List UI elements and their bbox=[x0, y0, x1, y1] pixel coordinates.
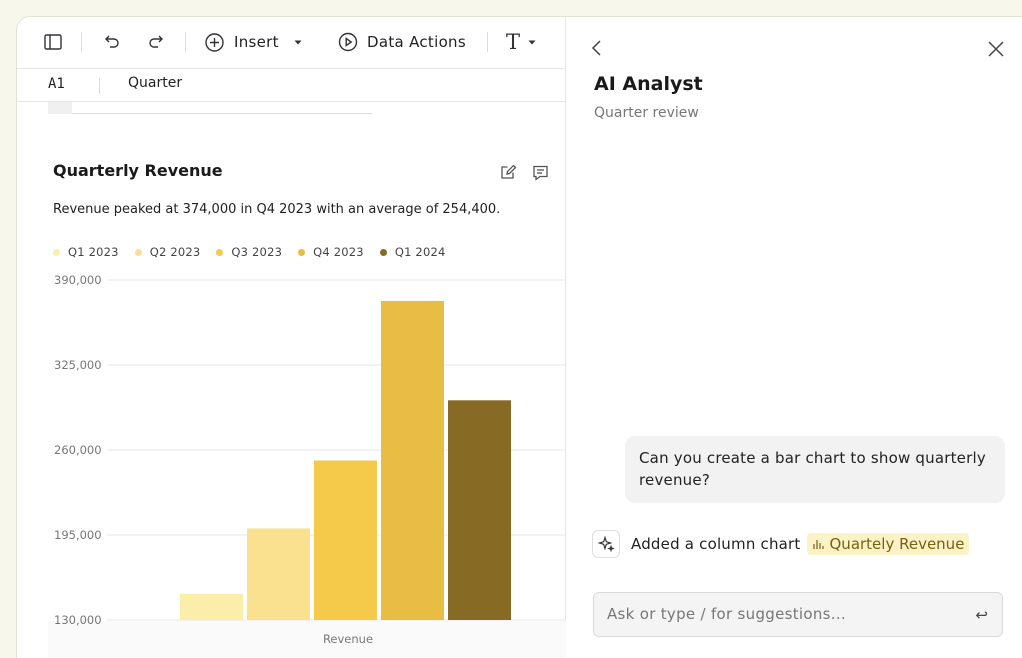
grid-remnant-line bbox=[72, 113, 372, 114]
redo-icon[interactable] bbox=[147, 29, 167, 55]
y-tick-label: 130,000 bbox=[54, 613, 102, 627]
legend-item[interactable]: Q1 2023 bbox=[53, 245, 119, 259]
edit-chart-icon[interactable] bbox=[499, 163, 517, 185]
text-format-button[interactable]: T bbox=[506, 29, 538, 55]
cell-value-field[interactable]: Quarter bbox=[128, 75, 182, 91]
legend-item[interactable]: Q4 2023 bbox=[298, 245, 364, 259]
bar-chart: 390,000 325,000 260,000 195,000 130,000 Reven… bbox=[48, 273, 566, 658]
cell-reference[interactable]: A1 bbox=[48, 76, 65, 92]
ai-message: Added a column chart Quartely Revenue bbox=[592, 530, 970, 558]
legend-swatch bbox=[298, 248, 306, 256]
data-actions-button[interactable]: Data Actions bbox=[338, 29, 466, 55]
bar-q1-2023[interactable] bbox=[180, 593, 243, 620]
y-tick-label: 390,000 bbox=[54, 273, 102, 287]
ai-message-text: Added a column chart bbox=[631, 535, 801, 553]
sparkle-icon bbox=[592, 530, 620, 558]
y-tick-label: 195,000 bbox=[54, 528, 102, 542]
panel-title: AI Analyst bbox=[594, 73, 703, 95]
x-axis-label: Revenue bbox=[323, 632, 373, 646]
caret-down-icon bbox=[528, 40, 536, 45]
insert-label: Insert bbox=[234, 33, 279, 51]
legend-label: Q4 2023 bbox=[313, 245, 364, 259]
data-actions-label: Data Actions bbox=[367, 33, 466, 51]
insert-button[interactable]: Insert bbox=[204, 29, 304, 55]
app-window: Insert Data Actions T A1 Quarter Quarter… bbox=[16, 16, 1022, 658]
chart-card: Quarterly Revenue Revenue peaked at 374,… bbox=[17, 147, 566, 658]
y-tick-label: 325,000 bbox=[54, 358, 102, 372]
formula-bar: A1 Quarter bbox=[17, 69, 566, 102]
undo-icon[interactable] bbox=[101, 29, 121, 55]
legend-swatch bbox=[134, 248, 142, 256]
comment-icon[interactable] bbox=[532, 164, 549, 185]
spreadsheet-pane: Insert Data Actions T A1 Quarter Quarter… bbox=[17, 17, 566, 658]
bar-q2-2023[interactable] bbox=[247, 528, 310, 620]
plus-circle-icon bbox=[205, 32, 224, 52]
back-icon[interactable] bbox=[590, 37, 604, 63]
chart-title: Quarterly Revenue bbox=[53, 161, 223, 180]
y-tick-label: 260,000 bbox=[54, 443, 102, 457]
text-format-icon: T bbox=[506, 30, 521, 54]
legend-label: Q1 2023 bbox=[68, 245, 119, 259]
caret-down-icon bbox=[294, 40, 302, 45]
legend-label: Q3 2023 bbox=[231, 245, 283, 259]
legend-item[interactable]: Q2 2023 bbox=[134, 245, 201, 259]
legend-swatch bbox=[53, 248, 60, 256]
enter-icon[interactable]: ↩ bbox=[975, 606, 988, 624]
legend-item[interactable]: Q3 2023 bbox=[216, 245, 282, 259]
chat-input[interactable]: Ask or type / for suggestions... ↩ bbox=[593, 592, 1003, 637]
play-circle-icon bbox=[338, 32, 358, 52]
bar-q3-2023[interactable] bbox=[314, 460, 377, 620]
legend-swatch bbox=[216, 248, 224, 256]
chart-legend: Q1 2023 Q2 2023 Q3 2023 Q4 2023 Q1 2024 bbox=[53, 245, 446, 259]
toolbar: Insert Data Actions T bbox=[17, 17, 566, 69]
legend-label: Q1 2024 bbox=[394, 245, 446, 259]
grid-remnant bbox=[48, 102, 72, 114]
panel-subtitle: Quarter review bbox=[594, 105, 699, 121]
bar-q4-2023[interactable] bbox=[381, 300, 444, 620]
chart-link-chip[interactable]: Quartely Revenue bbox=[806, 533, 970, 555]
chat-input-placeholder: Ask or type / for suggestions... bbox=[607, 605, 846, 623]
chip-label: Quartely Revenue bbox=[829, 535, 965, 553]
user-message: Can you create a bar chart to show quart… bbox=[625, 436, 1005, 503]
chart-summary: Revenue peaked at 374,000 in Q4 2023 wit… bbox=[53, 202, 501, 217]
x-axis-band bbox=[48, 621, 566, 658]
close-icon[interactable] bbox=[986, 39, 1006, 63]
bar-q1-2024[interactable] bbox=[448, 400, 511, 620]
sidebar-toggle-icon[interactable] bbox=[43, 29, 63, 55]
ai-analyst-panel: AI Analyst Quarter review Can you create… bbox=[566, 17, 1022, 658]
bar-chart-icon bbox=[812, 540, 824, 549]
legend-swatch bbox=[379, 248, 387, 256]
legend-item[interactable]: Q1 2024 bbox=[379, 245, 446, 259]
legend-label: Q2 2023 bbox=[149, 245, 201, 259]
